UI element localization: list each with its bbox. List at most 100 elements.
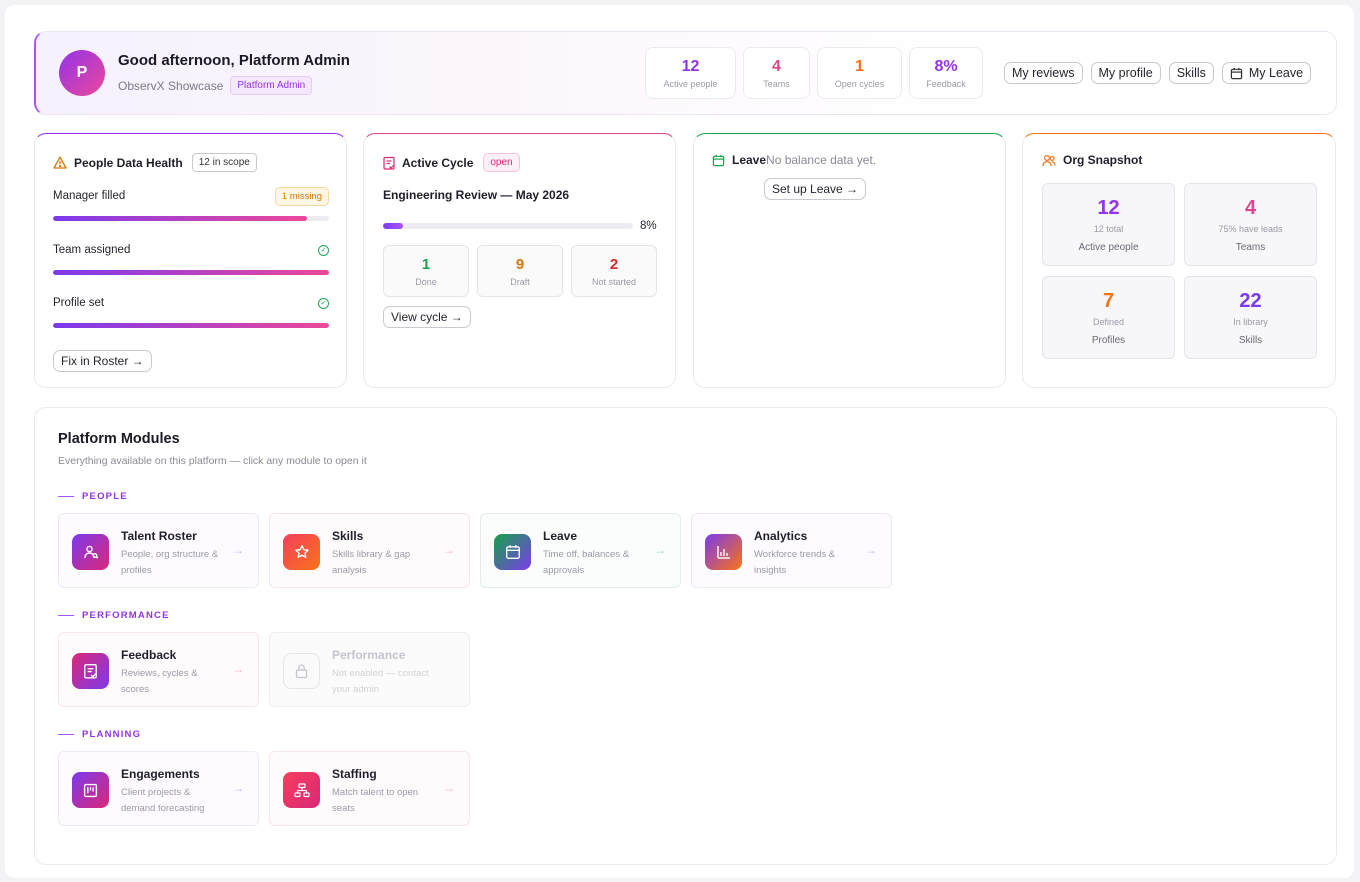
my-leave-button[interactable]: My Leave (1221, 62, 1312, 84)
active-cycle-card: Active Cycle open Engineering Review — M… (363, 133, 676, 388)
stat-label: Done (415, 276, 437, 287)
section-label: PLANNING (82, 729, 142, 740)
modules-title: Platform Modules (58, 431, 180, 447)
progress-fill (53, 323, 329, 328)
progress-fill (53, 216, 307, 221)
section-dash (58, 614, 74, 617)
check-circle-icon: ✓ (318, 244, 329, 256)
module-desc: Skills library & gap analysis (332, 549, 411, 576)
skills-button[interactable]: Skills (1168, 62, 1214, 84)
progress-fill (383, 223, 403, 229)
module-desc: Time off, balances & approvals (543, 549, 630, 576)
metric-team-assigned: Team assigned ✓ (53, 240, 329, 275)
fix-in-roster-button[interactable]: Fix in Roster → (53, 350, 152, 372)
stat-value: 12 (681, 58, 700, 75)
module-analytics[interactable]: Analytics Workforce trends & insights → (691, 513, 892, 588)
org-name: ObservX Showcase (118, 78, 224, 93)
progress-bar (53, 216, 329, 221)
stat-label: Active people (663, 79, 718, 89)
role-badge: Platform Admin (230, 76, 313, 95)
module-name: Analytics (754, 529, 808, 543)
stat-label: Teams (763, 79, 790, 89)
section-label: PERFORMANCE (82, 610, 170, 621)
module-engagements[interactable]: Engagements Client projects & demand for… (58, 751, 259, 826)
arrow-right-icon: → (232, 662, 244, 676)
warning-icon (53, 156, 67, 169)
stat-value: 8% (934, 58, 958, 75)
org-snapshot-card: Org Snapshot 12 12 total Active people 4… (1022, 133, 1336, 388)
snapshot-label: Teams (1235, 242, 1266, 253)
module-leave[interactable]: Leave Time off, balances & approvals → (480, 513, 681, 588)
card-title: People Data Health 12 in scope (53, 153, 257, 172)
stat-label: Feedback (926, 79, 966, 89)
set-up-leave-button[interactable]: Set up Leave → (764, 178, 867, 200)
module-name: Engagements (121, 767, 200, 781)
section-dash (58, 733, 74, 736)
arrow-right-icon: → (232, 543, 244, 557)
header-actions: My reviews My profile Skills My Leave (1004, 62, 1312, 84)
header-stats: 12 Active people 4 Teams 1 Open cycles 8… (645, 47, 983, 99)
snapshot-label: Skills (1238, 335, 1263, 346)
section-planning: PLANNING (58, 729, 141, 740)
snapshot-value: 22 (1239, 290, 1262, 312)
users-icon (72, 534, 109, 570)
metric-label: Manager filled (53, 190, 126, 202)
page: P Good afternoon, Platform Admin ObservX… (5, 5, 1354, 878)
stat-value: 9 (515, 255, 525, 273)
stat-feedback: 8% Feedback (909, 47, 983, 99)
people-data-health-card: People Data Health 12 in scope Manager f… (34, 133, 347, 388)
module-desc: Reviews, cycles & scores (121, 668, 198, 695)
card-title-text: Org Snapshot (1063, 153, 1143, 167)
stat-active-people: 12 Active people (645, 47, 736, 99)
stat-value: 1 (855, 58, 864, 75)
my-reviews-button[interactable]: My reviews (1004, 62, 1083, 84)
module-skills[interactable]: Skills Skills library & gap analysis → (269, 513, 470, 588)
snapshot-sub: 12 total (1093, 224, 1124, 234)
metric-profile-set: Profile set ✓ (53, 293, 329, 328)
section-label: PEOPLE (82, 491, 128, 502)
module-feedback[interactable]: Feedback Reviews, cycles & scores → (58, 632, 259, 707)
module-talent-roster[interactable]: Talent Roster People, org structure & pr… (58, 513, 259, 588)
progress-bar (53, 323, 329, 328)
lock-icon (283, 653, 320, 689)
clipboard-icon (383, 156, 395, 170)
section-people: PEOPLE (58, 491, 128, 502)
snapshot-value: 7 (1102, 290, 1115, 312)
calendar-icon (1230, 67, 1243, 79)
stat-label: Open cycles (834, 79, 885, 89)
cycle-progress-percent: 8% (640, 220, 657, 232)
module-desc: Workforce trends & insights (754, 549, 836, 576)
avatar: P (59, 50, 105, 96)
snapshot-sub: In library (1233, 317, 1268, 327)
stat-value: 1 (421, 255, 431, 273)
arrow-right-icon: → (443, 543, 455, 557)
snapshot-teams: 4 75% have leads Teams (1184, 183, 1317, 266)
card-title: Org Snapshot (1042, 153, 1142, 167)
cycle-name: Engineering Review — May 2026 (383, 188, 570, 202)
module-desc: Match talent to open seats (332, 787, 419, 814)
missing-badge: 1 missing (274, 186, 329, 206)
module-performance: Performance Not enabled — contact your a… (269, 632, 470, 707)
module-staffing[interactable]: Staffing Match talent to open seats → (269, 751, 470, 826)
arrow-right-icon: → (654, 543, 666, 557)
snapshot-label: Profiles (1091, 335, 1126, 346)
stat-label: Draft (510, 276, 530, 287)
module-name: Performance (332, 648, 406, 662)
module-desc: Client projects & demand forecasting (121, 787, 205, 814)
view-cycle-button[interactable]: View cycle → (383, 306, 471, 328)
stat-value: 2 (609, 255, 619, 273)
stat-label: Not started (591, 276, 637, 287)
my-profile-button[interactable]: My profile (1090, 62, 1161, 84)
arrow-right-icon: → (232, 781, 244, 795)
metric-label: Profile set (53, 297, 105, 309)
star-icon (283, 534, 320, 570)
users-icon (1042, 154, 1056, 166)
module-name: Leave (543, 529, 578, 543)
card-title: Leave No balance data yet. (712, 153, 876, 167)
snapshot-sub: 75% have leads (1218, 224, 1283, 234)
snapshot-grid: 12 12 total Active people 4 75% have lea… (1042, 183, 1317, 359)
snapshot-value: 4 (1244, 197, 1257, 219)
kanban-icon (72, 772, 109, 808)
cycle-stats: 1 Done 9 Draft 2 Not started (383, 245, 657, 297)
card-title: Active Cycle open (383, 153, 520, 172)
